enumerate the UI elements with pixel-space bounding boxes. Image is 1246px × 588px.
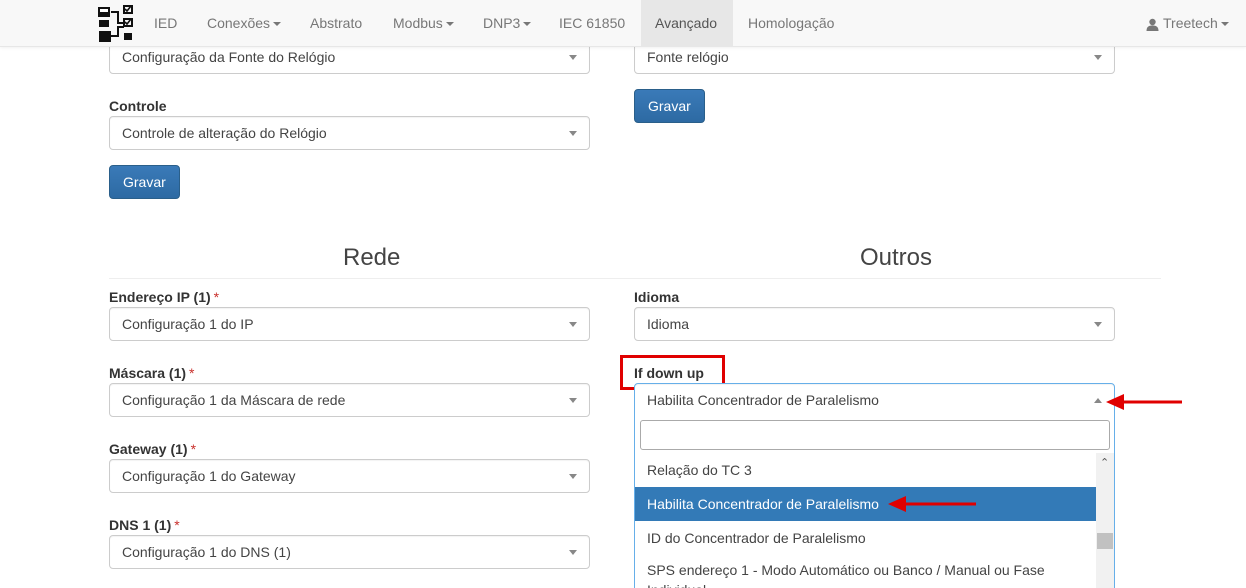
chevron-down-icon: [569, 550, 577, 555]
nav-avancado[interactable]: Avançado: [641, 0, 733, 47]
section-title-outros: Outros: [860, 244, 933, 271]
user-icon: [1146, 18, 1159, 31]
mask-label: Máscara (1) *: [109, 365, 195, 381]
gateway-label: Gateway (1) *: [109, 441, 196, 457]
nav-homologacao-label: Homologação: [748, 15, 835, 31]
required-mark: *: [190, 441, 197, 457]
dropdown-search-input[interactable]: [640, 420, 1110, 450]
nav-ied[interactable]: IED: [140, 0, 191, 47]
nav-conexoes[interactable]: Conexões: [193, 0, 295, 47]
chevron-down-icon: [273, 22, 282, 27]
mask-value: Configuração 1 da Máscara de rede: [122, 392, 346, 408]
nav-modbus[interactable]: Modbus: [379, 0, 468, 47]
chevron-down-icon: [1094, 322, 1102, 327]
chevron-up-icon: [1094, 398, 1102, 403]
dns-select[interactable]: Configuração 1 do DNS (1): [109, 535, 590, 569]
treetech-logo[interactable]: [96, 3, 138, 45]
chevron-down-icon: [569, 55, 577, 60]
idioma-value: Idioma: [647, 316, 690, 332]
save-button[interactable]: Gravar: [109, 165, 180, 199]
dropdown-option[interactable]: ID do Concentrador de Paralelismo: [635, 521, 1097, 555]
ifdown-select[interactable]: Habilita Concentrador de Paralelismo: [634, 383, 1115, 414]
required-mark: *: [189, 365, 195, 381]
controle-label: Controle: [109, 98, 167, 114]
idioma-select[interactable]: Idioma: [634, 307, 1115, 341]
dns-value: Configuração 1 do DNS (1): [122, 544, 291, 560]
clock-control-value: Controle de alteração do Relógio: [122, 125, 327, 141]
nav-abstrato-label: Abstrato: [310, 15, 363, 31]
nav-conexoes-label: Conexões: [207, 15, 271, 31]
ip-label-text: Endereço IP (1): [109, 289, 211, 305]
divider: [109, 278, 1161, 279]
annotation-arrow-icon: [888, 496, 976, 512]
top-navbar: IED Conexões Abstrato Modbus DNP3 IEC 61…: [0, 0, 1246, 47]
dropdown-option[interactable]: Relação do TC 3: [635, 453, 1097, 487]
nav-modbus-label: Modbus: [393, 15, 443, 31]
required-mark: *: [174, 517, 180, 533]
ip-select[interactable]: Configuração 1 do IP: [109, 307, 590, 341]
user-menu[interactable]: Treetech: [1132, 0, 1243, 47]
chevron-down-icon: [445, 22, 454, 27]
section-title-rede: Rede: [343, 244, 401, 271]
gateway-label-text: Gateway (1): [109, 441, 188, 457]
nav-iec61850-label: IEC 61850: [559, 15, 626, 31]
ip-label: Endereço IP (1) *: [109, 289, 219, 305]
dropdown-scrollbar[interactable]: ⌃: [1096, 453, 1114, 588]
chevron-down-icon: [1094, 55, 1102, 60]
chevron-down-icon: [1220, 22, 1229, 27]
ip-value: Configuração 1 do IP: [122, 316, 254, 332]
nav-ied-label: IED: [154, 15, 178, 31]
dns-label-text: DNS 1 (1): [109, 517, 172, 533]
ifdown-dropdown: Relação do TC 3 Habilita Concentrador de…: [634, 413, 1115, 588]
user-name: Treetech: [1163, 15, 1218, 31]
clock-control-select[interactable]: Controle de alteração do Relógio: [109, 116, 590, 150]
ifdown-value: Habilita Concentrador de Paralelismo: [647, 392, 879, 408]
annotation-arrow-icon: [1106, 394, 1182, 410]
clock-source-value: Configuração da Fonte do Relógio: [122, 49, 336, 65]
dropdown-option[interactable]: SPS endereço 1 - Modo Automático ou Banc…: [635, 555, 1097, 588]
chevron-down-icon: [569, 322, 577, 327]
mask-label-text: Máscara (1): [109, 365, 187, 381]
nav-abstrato[interactable]: Abstrato: [296, 0, 376, 47]
dns-label: DNS 1 (1) *: [109, 517, 180, 533]
gateway-select[interactable]: Configuração 1 do Gateway: [109, 459, 590, 493]
nav-dnp3[interactable]: DNP3: [469, 0, 545, 47]
gateway-value: Configuração 1 do Gateway: [122, 468, 296, 484]
chevron-down-icon: [569, 398, 577, 403]
clock-font-value: Fonte relógio: [647, 49, 729, 65]
save-button-right[interactable]: Gravar: [634, 89, 705, 123]
dropdown-options-list: Relação do TC 3 Habilita Concentrador de…: [635, 453, 1097, 588]
chevron-down-icon: [569, 474, 577, 479]
nav-homologacao[interactable]: Homologação: [734, 0, 848, 47]
chevron-up-icon[interactable]: ⌃: [1100, 456, 1109, 469]
chevron-down-icon: [523, 22, 532, 27]
dropdown-option-selected[interactable]: Habilita Concentrador de Paralelismo: [635, 487, 1097, 521]
chevron-down-icon: [569, 131, 577, 136]
idioma-label: Idioma: [634, 289, 680, 305]
scrollbar-thumb[interactable]: [1097, 533, 1113, 549]
mask-select[interactable]: Configuração 1 da Máscara de rede: [109, 383, 590, 417]
nav-avancado-label: Avançado: [655, 15, 718, 31]
nav-dnp3-label: DNP3: [483, 15, 521, 31]
required-mark: *: [213, 289, 220, 305]
nav-iec61850[interactable]: IEC 61850: [545, 0, 639, 47]
